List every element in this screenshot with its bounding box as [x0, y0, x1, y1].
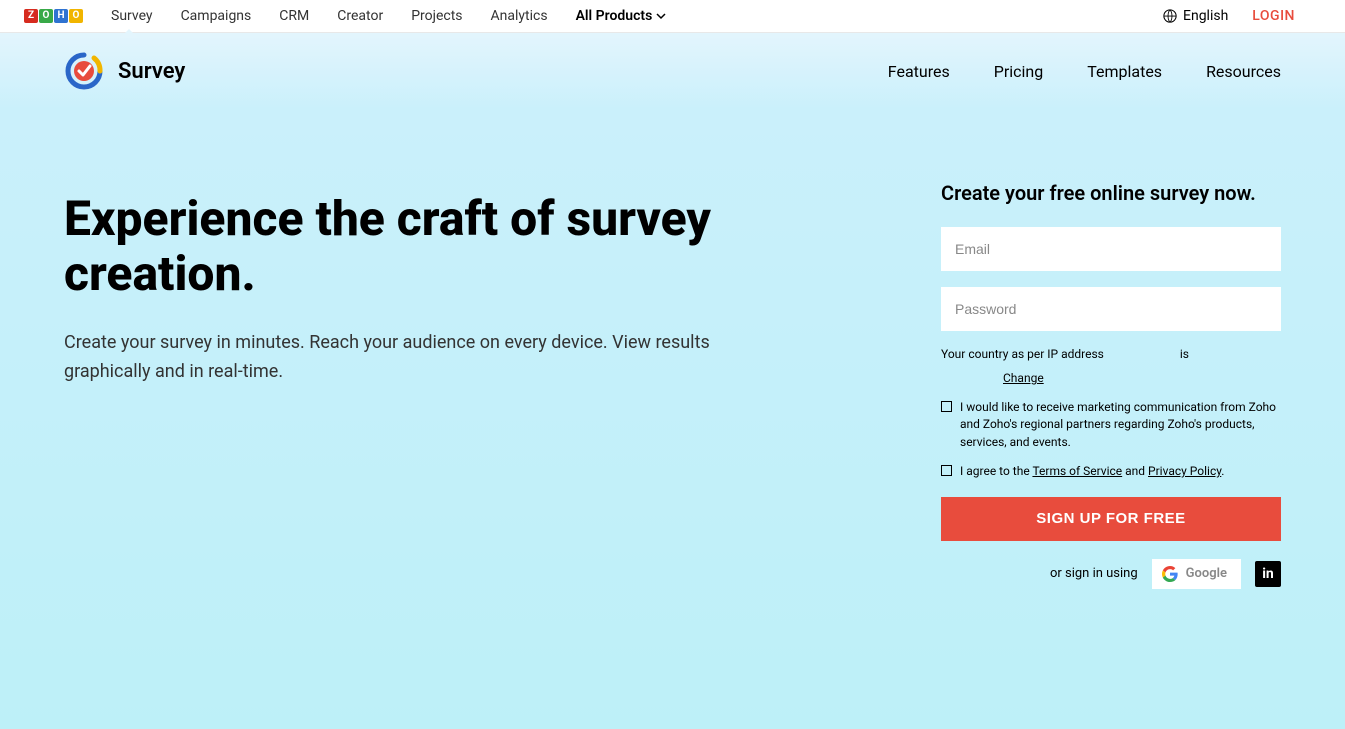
ip-country-text: Your country as per IP address is [941, 347, 1281, 361]
global-nav: Z O H O Survey Campaigns CRM Creator Pro… [0, 0, 1345, 33]
agree-middle: and [1122, 464, 1148, 478]
marketing-text: I would like to receive marketing commun… [960, 399, 1281, 451]
survey-logo-icon [64, 51, 104, 91]
zoho-logo-letter: Z [24, 9, 38, 23]
product-name: Survey [118, 59, 185, 84]
signup-title: Create your free online survey now. [941, 181, 1281, 205]
terms-of-service-link[interactable]: Terms of Service [1032, 464, 1122, 478]
all-products-label: All Products [576, 8, 653, 24]
linkedin-signin-button[interactable]: in [1255, 561, 1281, 587]
global-nav-right: English LOGIN [1163, 8, 1295, 24]
zoho-logo-letter: O [39, 9, 53, 23]
product-nav-templates[interactable]: Templates [1087, 62, 1162, 81]
marketing-checkbox[interactable] [941, 401, 952, 412]
product-bar: Survey Features Pricing Templates Resour… [0, 33, 1345, 109]
nav-link-all-products[interactable]: All Products [576, 8, 667, 24]
language-label: English [1183, 8, 1228, 24]
globe-icon [1163, 9, 1177, 23]
google-icon [1162, 566, 1178, 582]
nav-link-projects[interactable]: Projects [411, 8, 462, 24]
language-selector[interactable]: English [1163, 8, 1228, 24]
alt-signin-text: or sign in using [1050, 566, 1138, 581]
google-signin-button[interactable]: Google [1152, 559, 1241, 589]
zoho-logo-letter: H [54, 9, 68, 23]
agree-prefix: I agree to the [960, 464, 1032, 478]
hero-left: Experience the craft of survey creation.… [64, 181, 804, 589]
product-nav-resources[interactable]: Resources [1206, 62, 1281, 81]
nav-link-campaigns[interactable]: Campaigns [181, 8, 252, 24]
nav-link-analytics[interactable]: Analytics [491, 8, 548, 24]
change-country-link[interactable]: Change [1003, 371, 1044, 385]
alt-signin-row: or sign in using Google in [941, 559, 1281, 589]
linkedin-icon: in [1262, 566, 1274, 582]
active-tab-notch [120, 29, 138, 38]
hero-title: Experience the craft of survey creation. [64, 191, 804, 301]
hero-section: Experience the craft of survey creation.… [0, 109, 1345, 729]
signup-form: Create your free online survey now. Your… [941, 181, 1281, 589]
product-nav-pricing[interactable]: Pricing [994, 62, 1044, 81]
sign-up-button[interactable]: SIGN UP FOR FREE [941, 497, 1281, 541]
agree-checkbox[interactable] [941, 465, 952, 476]
ip-suffix: is [1180, 347, 1189, 361]
zoho-logo-letter: O [69, 9, 83, 23]
hero-subtitle: Create your survey in minutes. Reach you… [64, 329, 724, 387]
chevron-down-icon [656, 11, 666, 21]
nav-link-creator[interactable]: Creator [337, 8, 383, 24]
nav-link-crm[interactable]: CRM [279, 8, 309, 24]
product-nav: Features Pricing Templates Resources [888, 62, 1281, 81]
google-label: Google [1186, 566, 1227, 581]
agree-row: I agree to the Terms of Service and Priv… [941, 463, 1281, 480]
nav-link-survey[interactable]: Survey [111, 8, 153, 24]
zoho-logo[interactable]: Z O H O [24, 9, 83, 23]
global-nav-left: Z O H O Survey Campaigns CRM Creator Pro… [24, 8, 666, 24]
email-field[interactable] [941, 227, 1281, 271]
privacy-policy-link[interactable]: Privacy Policy [1148, 464, 1221, 478]
product-brand: Survey [64, 51, 185, 91]
agree-text: I agree to the Terms of Service and Priv… [960, 463, 1224, 480]
agree-suffix: . [1221, 464, 1224, 478]
password-field[interactable] [941, 287, 1281, 331]
ip-prefix: Your country as per IP address [941, 347, 1104, 361]
login-link[interactable]: LOGIN [1252, 8, 1295, 24]
product-nav-features[interactable]: Features [888, 62, 950, 81]
marketing-opt-in-row: I would like to receive marketing commun… [941, 399, 1281, 451]
